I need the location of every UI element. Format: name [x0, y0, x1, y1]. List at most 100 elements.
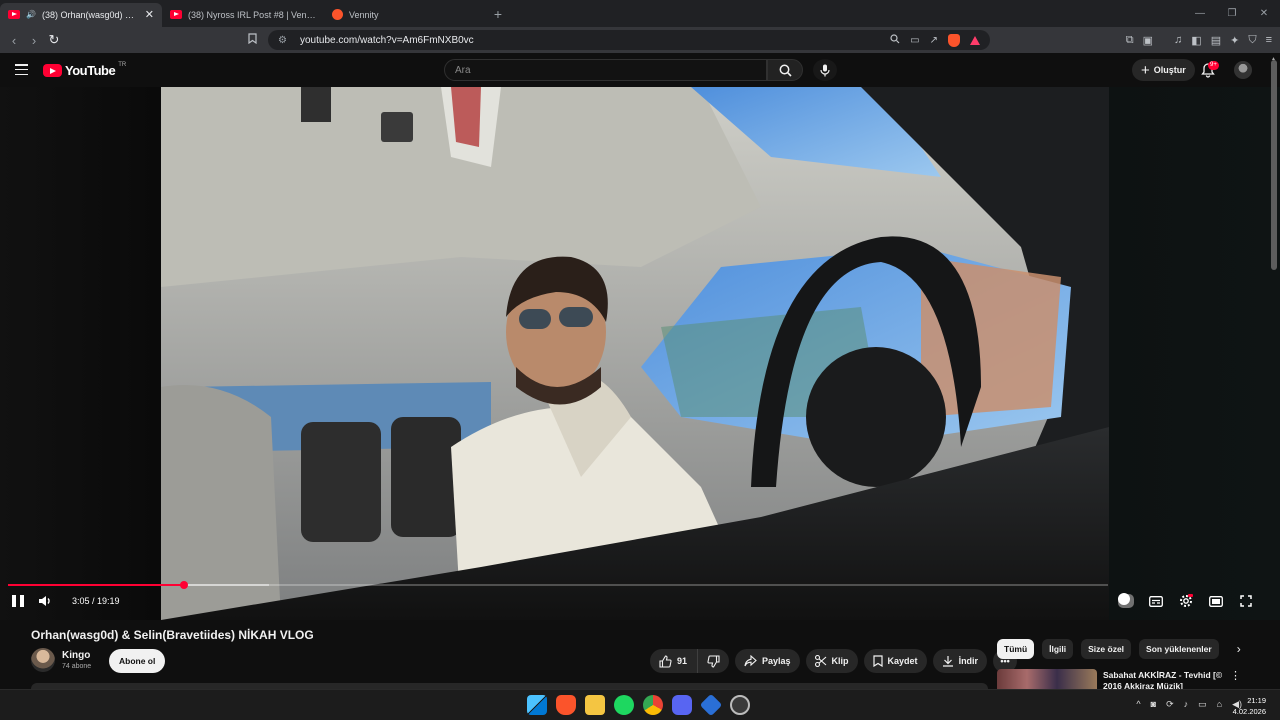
taskbar-apps [527, 693, 750, 717]
channel-avatar[interactable] [31, 648, 55, 672]
tray-discord-icon[interactable]: ◙ [1151, 699, 1156, 710]
tray-network-icon[interactable]: ⌂ [1217, 699, 1222, 710]
share-label: Paylaş [762, 656, 791, 666]
tray-mic-icon[interactable]: ♪ [1184, 699, 1189, 710]
search-input[interactable] [455, 64, 766, 76]
new-tab-button[interactable]: + [486, 6, 510, 22]
volume-icon[interactable] [38, 595, 52, 607]
dislike-button[interactable] [697, 649, 730, 673]
screenshot-icon[interactable]: ▣ [1143, 34, 1153, 47]
video-player[interactable]: 3:05 / 19:19 [0, 87, 1280, 620]
music-icon[interactable]: ♫ [1174, 34, 1182, 46]
extensions-icon[interactable]: ⧉ [1126, 34, 1134, 47]
share-arrow-icon [744, 655, 757, 667]
hamburger-menu-icon[interactable] [15, 64, 28, 75]
youtube-header: YouTube TR + Oluştur 9+ [0, 53, 1280, 87]
cast-icon[interactable]: ▭ [910, 35, 919, 46]
bookmark-icon[interactable] [248, 33, 257, 47]
vpn-icon[interactable]: ⛉ [1248, 34, 1256, 47]
tab-vennity[interactable]: Vennity [324, 3, 486, 27]
chip-recent[interactable]: Son yüklenenler [1139, 639, 1219, 659]
spotify-icon[interactable] [614, 695, 634, 715]
windows-start-icon[interactable] [527, 695, 547, 715]
recommendation-chips: Tümü İlgili Size özel Son yüklenenler › [997, 639, 1241, 659]
progress-bar[interactable] [8, 581, 1108, 589]
sidebar-icon[interactable]: ◧ [1191, 34, 1201, 47]
forward-icon[interactable]: › [24, 33, 44, 48]
region-code: TR [118, 61, 127, 68]
recommendation-title[interactable]: Sabahat AKKİRAZ - Tevhid [© 2016 Akkiraz… [1103, 670, 1223, 689]
address-bar[interactable]: ⚙ youtube.com/watch?v=Am6FmNXB0vc ▭ ↗ [268, 30, 990, 50]
search-button[interactable] [767, 59, 803, 81]
tab-youtube-nyross[interactable]: (38) Nyross IRL Post #8 | VennyV - Yo [162, 3, 324, 27]
create-button[interactable]: + Oluştur [1132, 59, 1195, 81]
close-window-icon[interactable]: ✕ [1248, 0, 1280, 27]
video-still-image [161, 87, 1109, 620]
create-label: Oluştur [1153, 65, 1186, 75]
zoom-icon[interactable] [890, 33, 900, 47]
site-info-icon[interactable]: ⚙ [278, 35, 290, 46]
notifications-badge: 9+ [1208, 61, 1219, 70]
app-diamond-icon[interactable] [699, 693, 723, 717]
subtitles-icon[interactable] [1148, 594, 1164, 608]
save-button[interactable]: Kaydet [863, 649, 927, 673]
brave-browser-icon[interactable] [556, 695, 576, 715]
share-icon[interactable]: ↗ [930, 35, 938, 46]
reload-icon[interactable]: ↻ [44, 32, 64, 48]
leo-ai-icon[interactable]: ✦ [1230, 34, 1239, 47]
url-text[interactable]: youtube.com/watch?v=Am6FmNXB0vc [300, 35, 474, 46]
recommendation-thumbnail[interactable] [997, 669, 1097, 689]
thumbs-up-icon [659, 654, 672, 668]
youtube-logo[interactable]: YouTube TR [43, 61, 127, 78]
theater-mode-icon[interactable] [1208, 594, 1224, 608]
system-clock[interactable]: 21:19 4.02.2026 [1233, 695, 1266, 717]
fullscreen-icon[interactable] [1238, 594, 1254, 608]
video-title: Orhan(wasg0d) & Selin(Bravetiides) NİKAH… [31, 628, 314, 642]
account-avatar[interactable] [1234, 61, 1252, 79]
chevron-right-icon[interactable]: › [1237, 642, 1241, 656]
pause-icon[interactable] [12, 595, 24, 607]
video-actions: 91 Paylaş Klip Kaydet İndir ••• [650, 649, 1018, 673]
tray-display-icon[interactable]: ▭ [1198, 699, 1207, 710]
subscribe-button[interactable]: Abone ol [109, 649, 166, 673]
brave-rewards-icon[interactable] [970, 35, 980, 45]
progress-scrubber-handle[interactable] [179, 581, 188, 589]
tab-close-icon[interactable]: ✕ [145, 8, 154, 21]
recommendation-more-icon[interactable]: ⋮ [1230, 669, 1241, 682]
discord-icon[interactable] [672, 695, 692, 715]
obs-icon[interactable] [730, 695, 750, 715]
channel-name[interactable]: Kingo [62, 650, 90, 661]
file-explorer-icon[interactable] [585, 695, 605, 715]
wallet-icon[interactable]: ▤ [1211, 34, 1221, 47]
minimize-icon[interactable]: — [1184, 0, 1216, 27]
chip-all[interactable]: Tümü [997, 639, 1035, 659]
audio-playing-icon[interactable]: 🔊 [26, 10, 36, 19]
browser-tab-bar: 🔊 (38) Orhan(wasg0d) & Selin(B ✕ (38) Ny… [0, 0, 1280, 27]
settings-gear-icon[interactable] [1178, 594, 1194, 608]
clock-time: 21:19 [1247, 696, 1266, 705]
save-label: Kaydet [887, 656, 918, 666]
tab-youtube-current[interactable]: 🔊 (38) Orhan(wasg0d) & Selin(B ✕ [0, 2, 162, 27]
tray-overflow-icon[interactable]: ^ [1136, 699, 1140, 710]
youtube-favicon-icon [170, 10, 182, 19]
download-button[interactable]: İndir [932, 649, 988, 673]
back-icon[interactable]: ‹ [4, 33, 24, 48]
like-button[interactable]: 91 [650, 649, 698, 673]
browser-menu-icon[interactable]: ≡ [1266, 34, 1272, 46]
player-controls-right [1118, 593, 1254, 608]
voice-search-button[interactable] [813, 59, 837, 81]
browser-toolbar: ‹ › ↻ ⚙ youtube.com/watch?v=Am6FmNXB0vc … [0, 27, 1280, 53]
chip-related[interactable]: İlgili [1042, 639, 1074, 659]
maximize-icon[interactable]: ❐ [1216, 0, 1248, 27]
autoplay-toggle[interactable] [1118, 593, 1134, 608]
windows-taskbar: ^ ◙ ⟳ ♪ ▭ ⌂ ◀) 21:19 4.02.2026 [0, 689, 1280, 720]
plus-icon: + [1141, 61, 1150, 79]
tray-sync-icon[interactable]: ⟳ [1166, 699, 1174, 710]
brave-shields-icon[interactable] [948, 33, 960, 47]
share-button[interactable]: Paylaş [735, 649, 800, 673]
clip-button[interactable]: Klip [805, 649, 858, 673]
video-frame[interactable] [161, 87, 1109, 620]
chip-for-you[interactable]: Size özel [1081, 639, 1132, 659]
page-scrollbar[interactable] [1271, 60, 1277, 270]
chrome-icon[interactable] [643, 695, 663, 715]
